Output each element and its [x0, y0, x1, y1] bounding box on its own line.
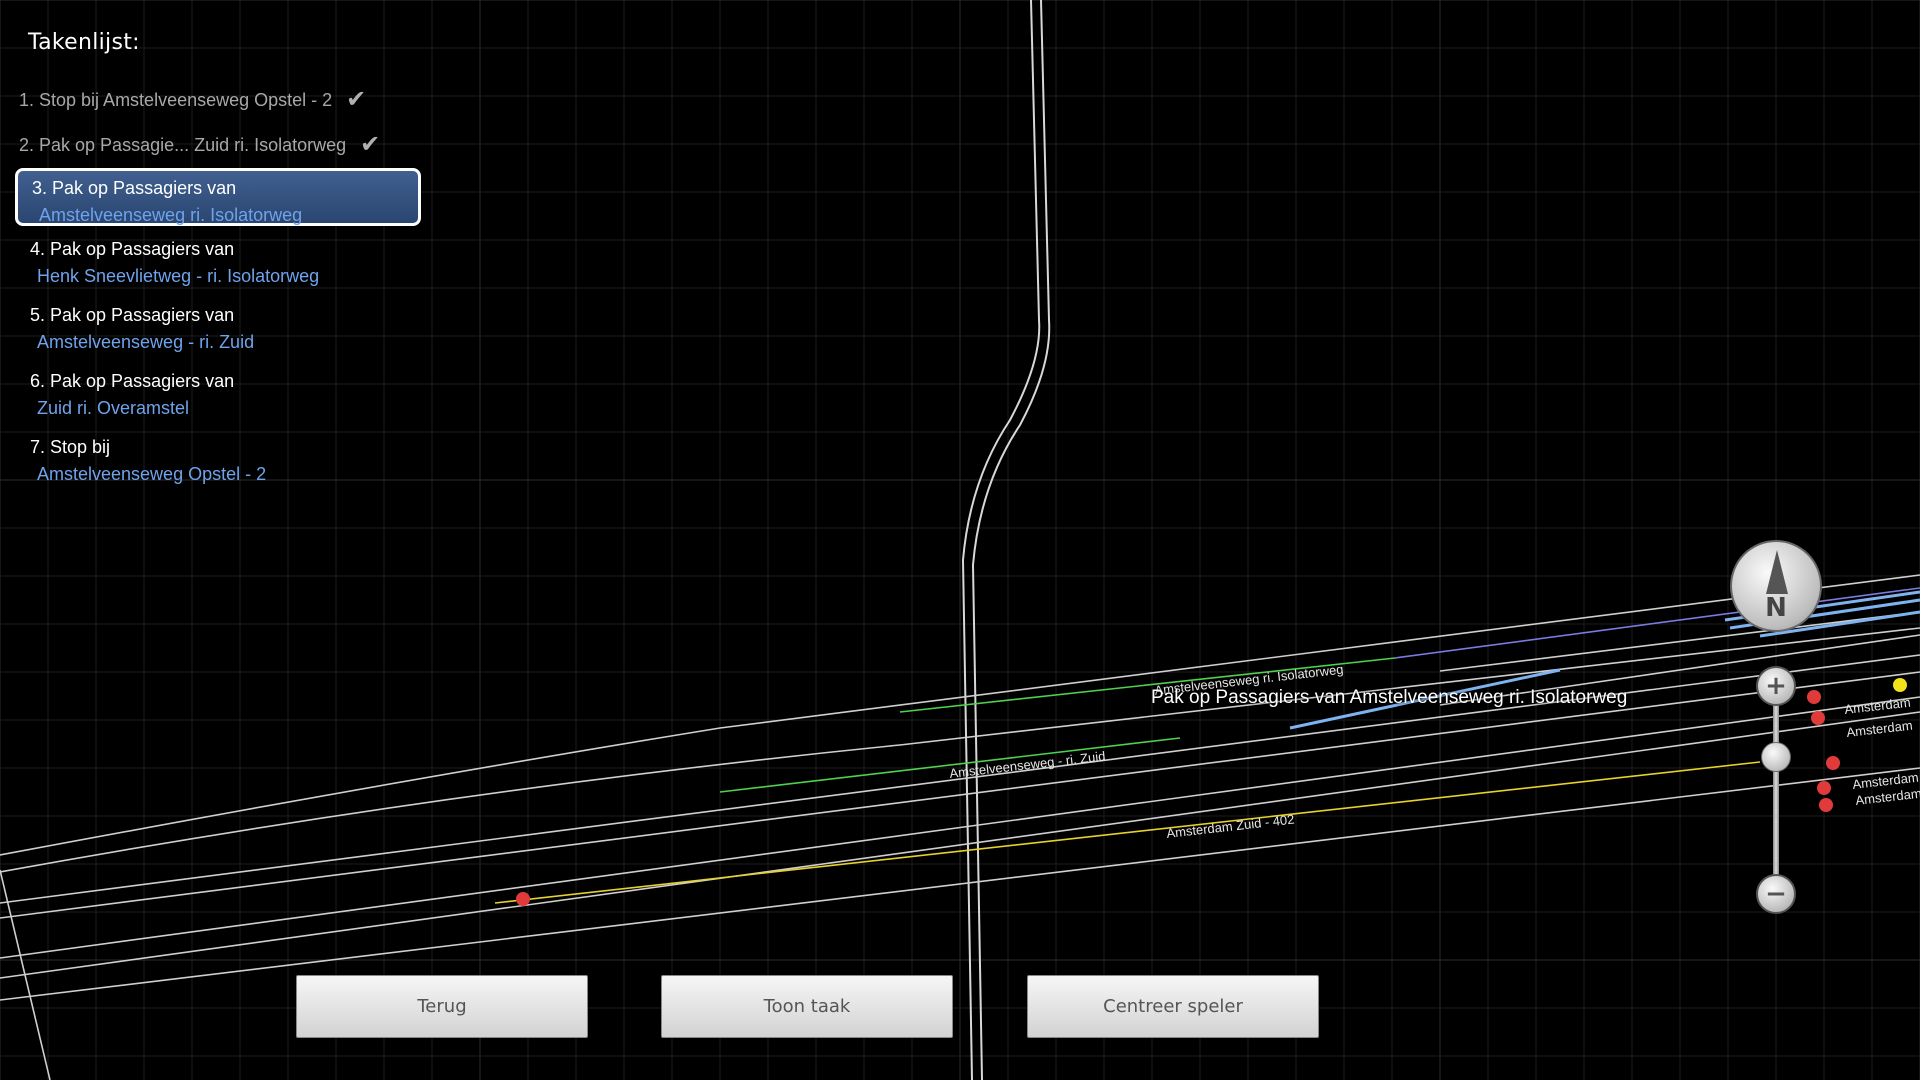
task-item[interactable]: 4. Pak op Passagiers van Henk Sneevlietw…	[30, 236, 319, 290]
map-grid	[0, 0, 1920, 1080]
task-title: 4. Pak op Passagiers van	[30, 239, 235, 259]
checkmark-icon: ✔	[346, 86, 367, 113]
route-highlights	[494, 587, 1920, 904]
current-task-map-label: Pak op Passagiers van Amstelveenseweg ri…	[1151, 687, 1628, 708]
signal-red	[1817, 781, 1831, 795]
task-location: Amstelveenseweg Opstel - 2	[37, 464, 267, 484]
rail-map[interactable]: Amstelveenseweg ri. Isolatorweg Amstelve…	[0, 0, 1920, 1080]
compass-needle	[1766, 550, 1788, 594]
task-location: Henk Sneevlietweg - ri. Isolatorweg	[37, 266, 320, 286]
task-title: 7. Stop bij	[30, 437, 111, 457]
signal-red	[1807, 690, 1821, 704]
track-label-zuid: Amstelveenseweg - ri. Zuid	[949, 748, 1106, 781]
task-title: 6. Pak op Passagiers van	[30, 371, 235, 391]
signal-red	[1811, 711, 1825, 725]
zoom-slider-handle[interactable]	[1761, 742, 1791, 772]
task-item-done[interactable]: 2. Pak op Passagie... Zuid ri. Isolatorw…	[19, 133, 380, 157]
task-item[interactable]: 6. Pak op Passagiers van Zuid ri. Overam…	[30, 368, 234, 422]
center-player-button[interactable]: Centreer speler	[1027, 975, 1319, 1038]
task-item[interactable]: 5. Pak op Passagiers van Amstelveenseweg…	[30, 302, 254, 356]
compass-north-label: N	[1765, 593, 1787, 623]
task-item[interactable]: 7. Stop bij Amstelveenseweg Opstel - 2	[30, 434, 266, 488]
show-task-button[interactable]: Toon taak	[661, 975, 953, 1038]
signal-yellow	[1893, 678, 1907, 692]
task-item-done[interactable]: 1. Stop bij Amstelveenseweg Opstel - 2 ✔	[19, 88, 366, 112]
signal-red	[1819, 798, 1833, 812]
plus-icon[interactable]: +	[1756, 666, 1796, 706]
compass-icon[interactable]: N	[1730, 540, 1822, 632]
task-list-title: Takenlijst:	[28, 30, 140, 55]
checkmark-icon: ✔	[360, 131, 381, 158]
task-label: 2. Pak op Passagie... Zuid ri. Isolatorw…	[19, 134, 347, 155]
minus-icon[interactable]: −	[1756, 874, 1796, 914]
back-button[interactable]: Terug	[296, 975, 588, 1038]
track-label-edge: Amsterdam	[1844, 695, 1912, 717]
signal-red	[516, 892, 530, 906]
vertical-track	[961, 0, 1051, 1080]
task-item-active[interactable]: 3. Pak op Passagiers van Amstelveenseweg…	[15, 168, 421, 226]
task-label: 1. Stop bij Amstelveenseweg Opstel - 2	[19, 89, 333, 110]
signal-red	[1826, 756, 1840, 770]
task-location: Amstelveenseweg ri. Isolatorweg	[39, 205, 303, 225]
task-title: 3. Pak op Passagiers van	[32, 178, 237, 198]
task-title: 5. Pak op Passagiers van	[30, 305, 235, 325]
zoom-slider-track[interactable]	[1773, 690, 1779, 890]
task-location: Zuid ri. Overamstel	[37, 398, 190, 418]
task-location: Amstelveenseweg - ri. Zuid	[37, 332, 255, 352]
